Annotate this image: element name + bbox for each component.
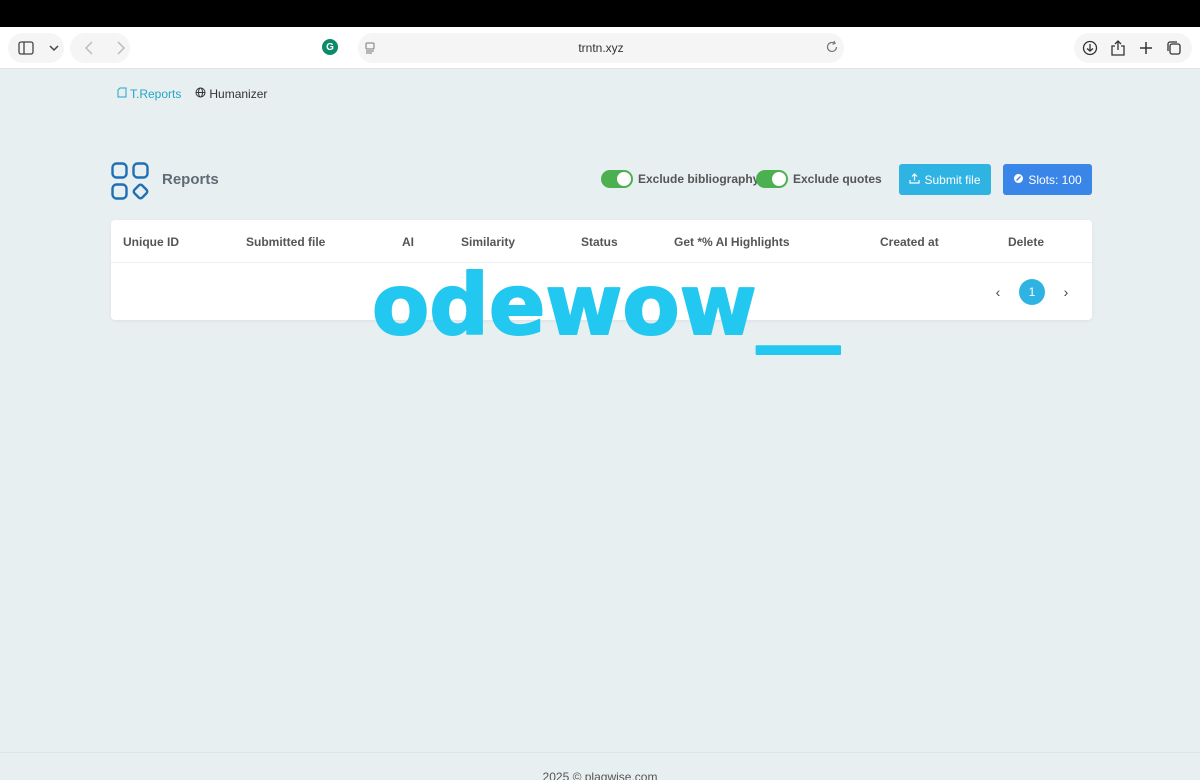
pagination-prev[interactable]: ‹	[990, 284, 1006, 300]
exclude-bibliography-label: Exclude bibliography	[638, 172, 760, 186]
back-icon[interactable]	[80, 38, 98, 58]
footer-text: 2025 © plagwise.com	[542, 770, 658, 780]
column-ai[interactable]: AI	[402, 235, 414, 249]
column-created-at[interactable]: Created at	[880, 235, 939, 249]
new-tab-icon[interactable]	[1136, 38, 1156, 58]
slots-label: Slots: 100	[1028, 172, 1082, 187]
grammarly-letter: G	[322, 39, 338, 55]
globe-icon	[195, 87, 206, 101]
address-bar[interactable]: trntn.xyz	[358, 33, 844, 63]
file-icon	[117, 87, 127, 101]
link-icon	[1013, 173, 1024, 187]
breadcrumb-label: Humanizer	[209, 87, 268, 101]
column-delete[interactable]: Delete	[1008, 235, 1044, 249]
breadcrumb: T.Reports Humanizer	[117, 87, 267, 101]
system-top-bar	[0, 0, 1200, 27]
column-status[interactable]: Status	[581, 235, 618, 249]
address-url[interactable]: trntn.xyz	[578, 41, 623, 55]
breadcrumb-humanizer[interactable]: Humanizer	[195, 87, 267, 101]
exclude-bibliography-toggle-group: Exclude bibliography	[601, 170, 759, 188]
submit-file-label: Submit file	[924, 172, 981, 187]
column-submitted-file[interactable]: Submitted file	[246, 235, 325, 249]
forward-icon[interactable]	[112, 38, 130, 58]
table-header: Unique ID Submitted file AI Similarity S…	[111, 220, 1092, 263]
share-icon[interactable]	[1108, 38, 1128, 58]
browser-actions	[1074, 33, 1192, 63]
pagination: ‹ 1 ›	[990, 279, 1074, 305]
exclude-quotes-toggle[interactable]	[756, 170, 788, 188]
breadcrumb-t-reports[interactable]: T.Reports	[117, 87, 181, 101]
page-icon[interactable]	[364, 41, 376, 59]
browser-toolbar: trntn.xyz	[0, 27, 1200, 69]
column-similarity[interactable]: Similarity	[461, 235, 515, 249]
column-unique-id[interactable]: Unique ID	[123, 235, 179, 249]
sidebar-toggle-group[interactable]	[8, 33, 64, 63]
chevron-down-icon[interactable]	[44, 38, 64, 58]
exclude-quotes-toggle-group: Exclude quotes	[756, 170, 882, 188]
upload-icon	[909, 172, 921, 187]
submit-file-button[interactable]: Submit file	[899, 164, 991, 195]
watermark: odewow__	[372, 262, 841, 355]
exclude-bibliography-toggle[interactable]	[601, 170, 633, 188]
watermark-text: odewow__	[372, 262, 840, 354]
pagination-page[interactable]: 1	[1019, 279, 1045, 305]
page-title: Reports	[162, 171, 219, 188]
sidebar-icon[interactable]	[16, 38, 36, 58]
apps-grid-icon	[111, 162, 151, 202]
footer: 2025 © plagwise.com	[0, 752, 1200, 780]
breadcrumb-label: T.Reports	[130, 87, 182, 101]
grammarly-icon[interactable]: G	[318, 35, 342, 59]
tabs-overview-icon[interactable]	[1164, 38, 1184, 58]
navigation-buttons	[70, 33, 130, 63]
download-icon[interactable]	[1080, 38, 1100, 58]
slots-button[interactable]: Slots: 100	[1003, 164, 1092, 195]
reload-icon[interactable]	[825, 40, 839, 59]
exclude-quotes-label: Exclude quotes	[793, 172, 882, 186]
pagination-next[interactable]: ›	[1058, 284, 1074, 300]
column-ai-highlights[interactable]: Get *% AI Highlights	[674, 235, 790, 249]
